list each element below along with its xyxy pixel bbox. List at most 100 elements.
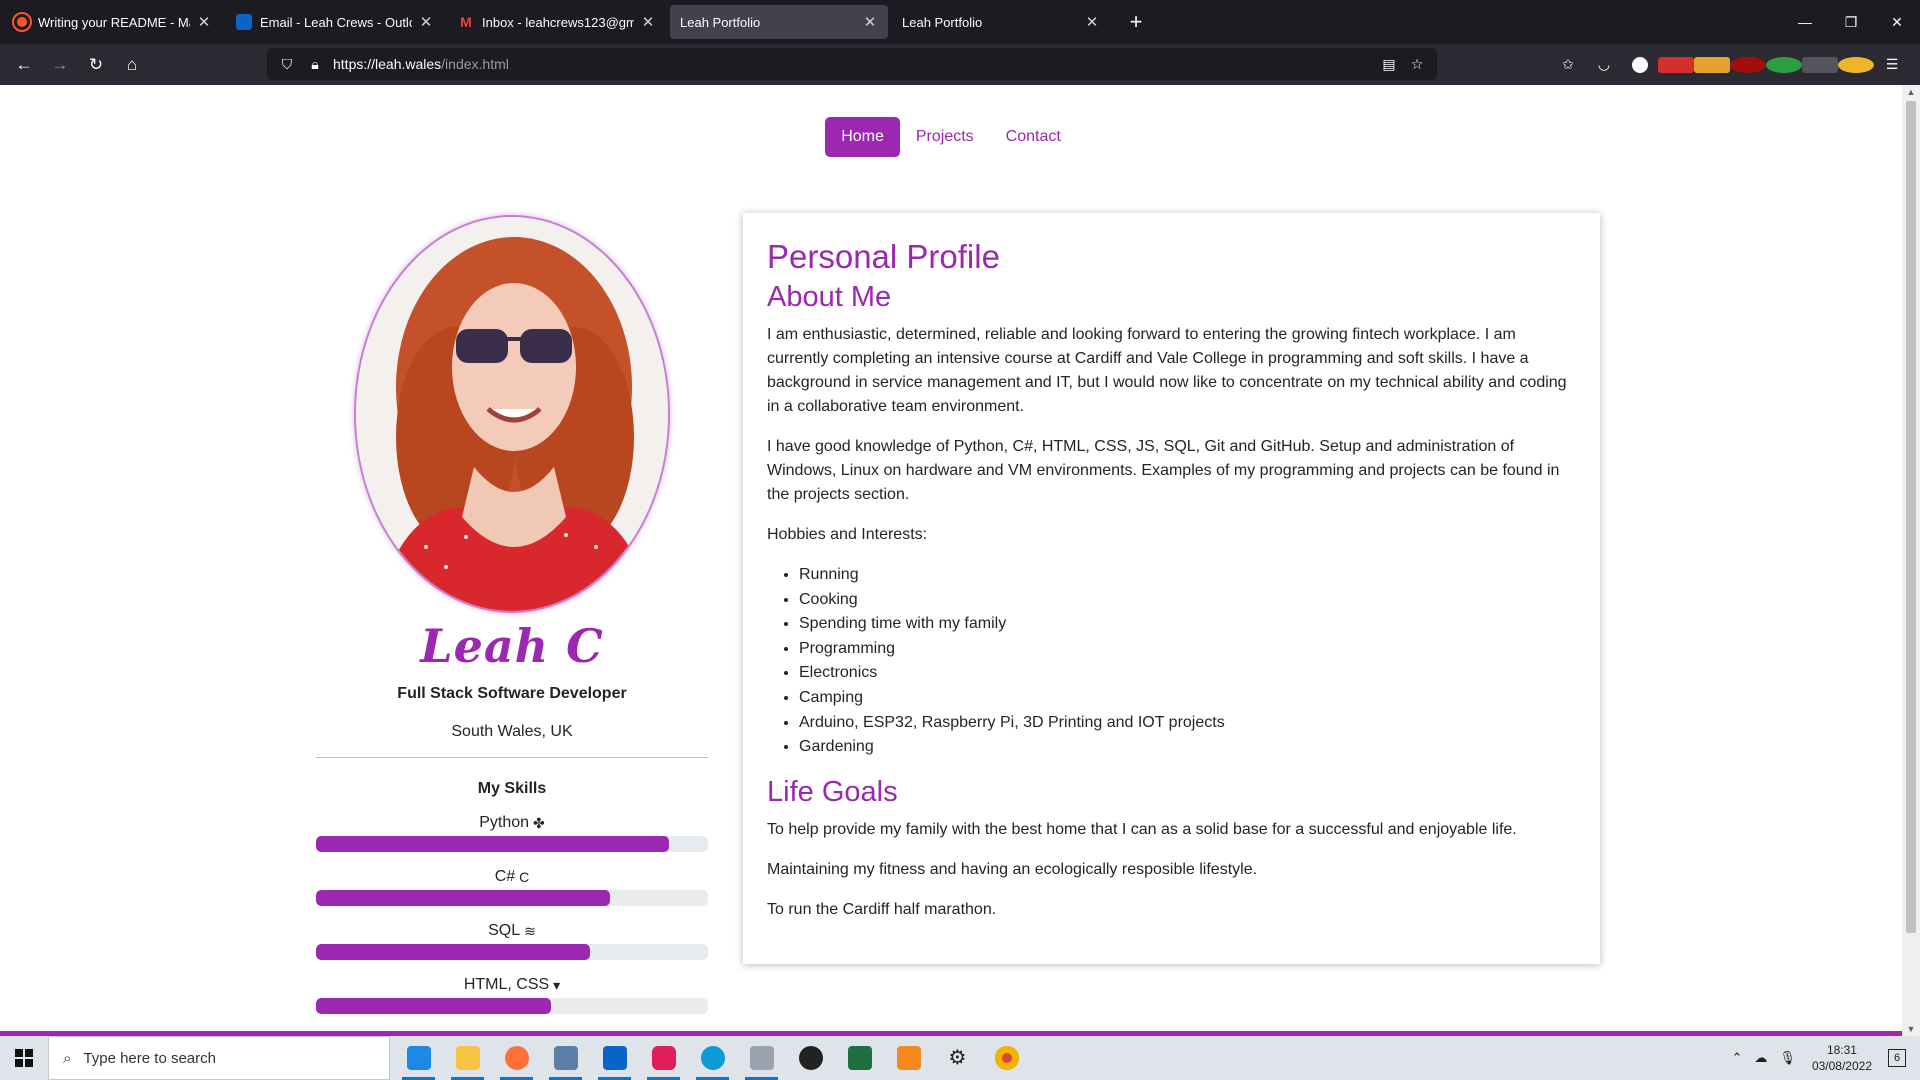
profile-photo-art xyxy=(356,217,668,611)
microphone-icon[interactable]: 🎙︎ xyxy=(1779,1050,1796,1066)
scrollbar-thumb[interactable] xyxy=(1906,101,1916,933)
slack-icon[interactable] xyxy=(639,1036,688,1080)
system-clock[interactable]: 18:31 03/08/2022 xyxy=(1812,1042,1872,1074)
extension-green-icon[interactable] xyxy=(1766,56,1802,73)
notification-count: 6 xyxy=(1888,1049,1906,1067)
taskbar-search-input[interactable]: ⌕ Type here to search xyxy=(48,1036,390,1080)
extension-red-icon[interactable] xyxy=(1658,56,1694,73)
profile-photo xyxy=(354,215,670,613)
system-tray: ⌃ ☁ 🎙︎ 18:31 03/08/2022 6 xyxy=(1726,1036,1920,1080)
remote-desktop-icon[interactable] xyxy=(541,1036,590,1080)
goal-paragraph: To run the Cardiff half marathon. xyxy=(767,900,997,918)
photos-icon[interactable] xyxy=(737,1036,786,1080)
account-icon[interactable] xyxy=(1622,56,1658,73)
scroll-up-arrow-icon[interactable]: ▲ xyxy=(1902,87,1920,97)
python-icon: ✤ xyxy=(533,814,545,831)
life-goals-heading: Life Goals xyxy=(767,775,898,808)
close-icon[interactable]: ✕ xyxy=(640,13,656,31)
chrome-icon[interactable] xyxy=(982,1036,1031,1080)
close-icon[interactable]: ✕ xyxy=(418,13,434,31)
vscode-icon[interactable] xyxy=(394,1036,443,1080)
search-icon: ⌕ xyxy=(63,1049,72,1067)
obs-icon[interactable] xyxy=(786,1036,835,1080)
back-arrow-icon[interactable]: ← xyxy=(6,49,42,81)
restore-icon[interactable]: ❐ xyxy=(1828,0,1874,44)
notification-center-icon[interactable]: 6 xyxy=(1882,1043,1912,1073)
close-icon[interactable]: ✕ xyxy=(1084,13,1100,31)
signature-name: Leah C xyxy=(420,619,604,673)
reload-icon[interactable]: ↻ xyxy=(78,49,114,81)
list-item: Arduino, ESP32, Raspberry Pi, 3D Printin… xyxy=(799,711,1576,736)
extension-yellow-icon[interactable] xyxy=(1838,56,1874,73)
tray-chevron-up-icon[interactable]: ⌃ xyxy=(1732,1050,1743,1066)
lock-icon[interactable]: 🔒︎ xyxy=(301,56,329,73)
shield-icon[interactable]: ⛉ xyxy=(273,56,301,73)
list-item: Spending time with my family xyxy=(799,612,1576,637)
windows-start-icon[interactable] xyxy=(0,1036,48,1080)
skill-html-css: HTML, CSS ▾ xyxy=(316,976,708,1014)
address-bar[interactable]: ⛉ 🔒︎ https://leah.wales/index.html ▤ ☆ xyxy=(267,48,1437,80)
forward-arrow-icon[interactable]: → xyxy=(42,49,78,81)
bookmark-star-icon[interactable]: ☆ xyxy=(1403,56,1431,73)
profile-card: Personal Profile About Me I am enthusias… xyxy=(743,213,1600,964)
progress-fill xyxy=(316,890,610,906)
home-icon[interactable]: ⌂ xyxy=(114,49,150,81)
goal-paragraph: To help provide my family with the best … xyxy=(767,820,1517,838)
onedrive-cloud-icon[interactable]: ☁ xyxy=(1754,1050,1767,1066)
close-icon[interactable]: ✕ xyxy=(862,13,878,31)
goal-paragraph: Maintaining my fitness and having an eco… xyxy=(767,860,1258,878)
list-item: Programming xyxy=(799,637,1576,662)
about-heading: About Me xyxy=(767,281,892,313)
hobbies-list: Running Cooking Spending time with my fa… xyxy=(767,563,1576,760)
search-placeholder: Type here to search xyxy=(83,1049,216,1067)
firefox-icon[interactable] xyxy=(492,1036,541,1080)
new-tab-plus-icon[interactable]: + xyxy=(1124,9,1148,35)
location: South Wales, UK xyxy=(451,723,573,740)
nav-home-link[interactable]: Home xyxy=(825,117,900,157)
extension-grey-icon[interactable] xyxy=(1802,56,1838,73)
file-explorer-icon[interactable] xyxy=(443,1036,492,1080)
url-path: /index.html xyxy=(441,56,509,72)
tab-title: Leah Portfolio xyxy=(902,14,983,30)
pocket-icon[interactable]: ◡ xyxy=(1586,56,1622,73)
extension-orange-icon[interactable] xyxy=(1694,56,1730,73)
page-scrollbar[interactable]: ▲ ▼ xyxy=(1902,85,1920,1036)
nav-toolbar: ← → ↻ ⌂ ⛉ 🔒︎ https://leah.wales/index.ht… xyxy=(0,44,1920,85)
tab-strip: Writing your README - Markd ✕ Email - Le… xyxy=(0,0,1920,44)
nav-projects-link[interactable]: Projects xyxy=(900,117,990,157)
readme-tab-icon xyxy=(14,14,30,30)
list-item: Electronics xyxy=(799,661,1576,686)
divider xyxy=(316,757,708,758)
bookmarks-icon[interactable]: ✩ xyxy=(1550,56,1586,73)
sublime-icon[interactable] xyxy=(884,1036,933,1080)
outlook-app-icon[interactable] xyxy=(590,1036,639,1080)
settings-gear-icon[interactable]: ⚙ xyxy=(933,1036,982,1080)
url-text[interactable]: https://leah.wales/index.html xyxy=(333,56,1375,72)
taskbar-apps: ⚙ xyxy=(394,1036,1031,1080)
edge-icon[interactable] xyxy=(688,1036,737,1080)
tab-leah-portfolio[interactable]: Leah Portfolio ✕ xyxy=(892,5,1110,39)
skill-sql: SQL ≋ xyxy=(316,922,708,960)
profile-title: Personal Profile xyxy=(767,238,1000,275)
skill-label: HTML, CSS xyxy=(463,976,550,993)
skill-progress-bar xyxy=(316,944,708,960)
minimize-icon[interactable]: — xyxy=(1782,0,1828,44)
job-title: Full Stack Software Developer xyxy=(397,685,627,702)
close-icon[interactable]: ✕ xyxy=(196,13,212,31)
taskbar: ⌕ Type here to search ⚙ ⌃ ☁ 🎙︎ 18:31 03/… xyxy=(0,1036,1920,1080)
tab-leah-portfolio-active[interactable]: Leah Portfolio ✕ xyxy=(670,5,888,39)
scroll-down-arrow-icon[interactable]: ▼ xyxy=(1902,1024,1920,1034)
tab-readme[interactable]: Writing your README - Markd ✕ xyxy=(4,5,222,39)
window-controls: — ❐ ✕ xyxy=(1782,0,1920,44)
progress-fill xyxy=(316,998,552,1014)
url-host: https://leah.wales xyxy=(333,56,442,72)
close-window-icon[interactable]: ✕ xyxy=(1874,0,1920,44)
menu-icon[interactable]: ☰ xyxy=(1874,56,1910,73)
excel-icon[interactable] xyxy=(835,1036,884,1080)
reader-view-icon[interactable]: ▤ xyxy=(1375,56,1403,73)
html5-icon: ▾ xyxy=(553,976,561,993)
tab-outlook[interactable]: Email - Leah Crews - Outlook ✕ xyxy=(226,5,444,39)
nav-contact-link[interactable]: Contact xyxy=(990,117,1077,157)
tab-gmail[interactable]: M Inbox - leahcrews123@gmail.co ✕ xyxy=(448,5,666,39)
ublock-icon[interactable] xyxy=(1730,56,1766,73)
